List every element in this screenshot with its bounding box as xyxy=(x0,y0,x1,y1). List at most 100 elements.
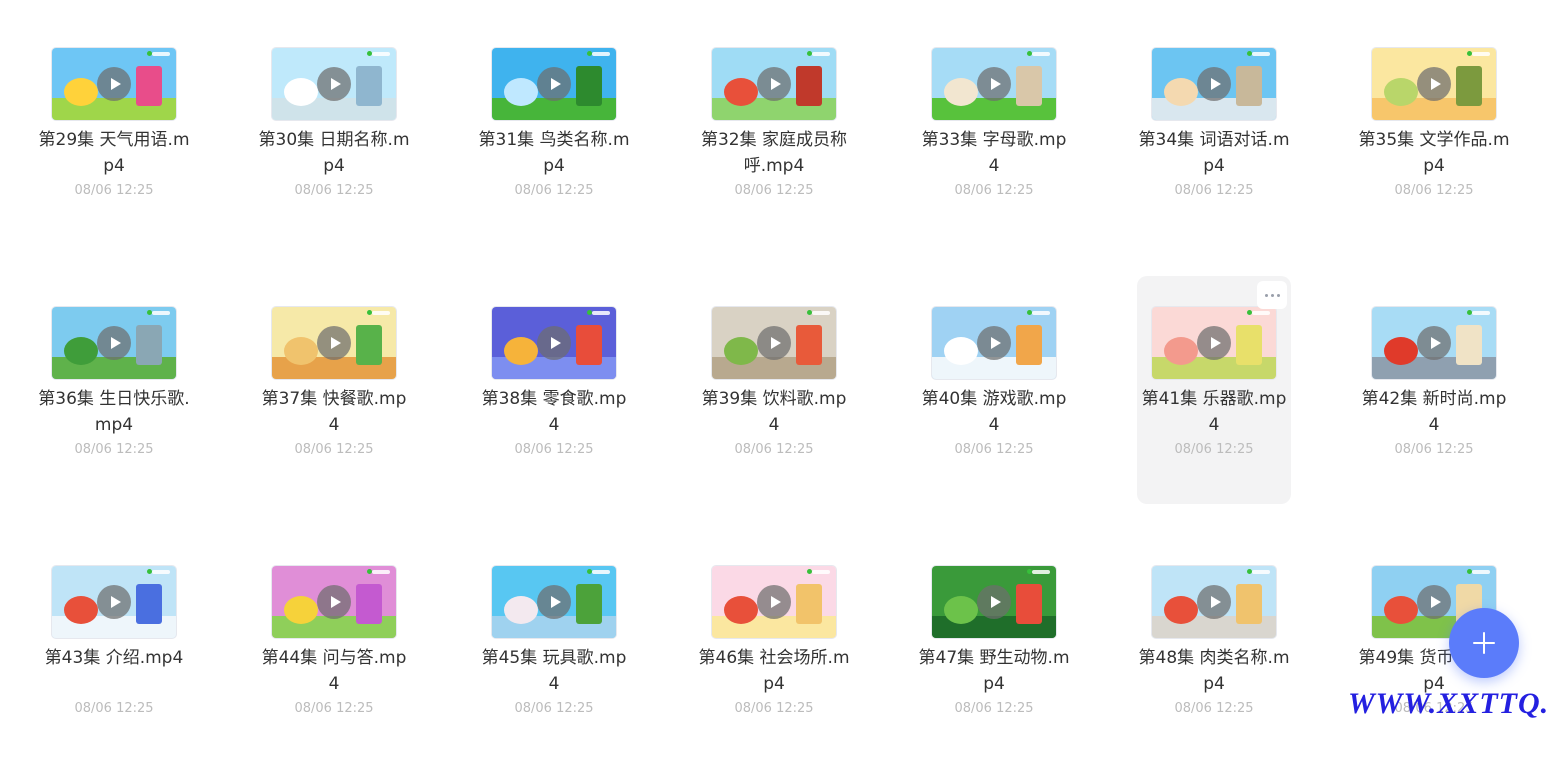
file-card[interactable]: 第32集 家庭成员称呼.mp4 08/06 12:25 xyxy=(697,17,851,245)
file-date: 08/06 12:25 xyxy=(1394,183,1474,198)
file-date: 08/06 12:25 xyxy=(1174,442,1254,457)
play-icon[interactable] xyxy=(977,585,1011,619)
file-date: 08/06 12:25 xyxy=(294,183,374,198)
video-thumbnail[interactable] xyxy=(712,566,836,638)
play-icon[interactable] xyxy=(1197,585,1231,619)
video-thumbnail[interactable] xyxy=(492,307,616,379)
play-icon[interactable] xyxy=(97,67,131,101)
play-icon[interactable] xyxy=(1417,67,1451,101)
play-icon[interactable] xyxy=(757,585,791,619)
file-name: 第37集 快餐歌.mp4 xyxy=(261,389,407,435)
video-thumbnail[interactable] xyxy=(272,566,396,638)
file-date: 08/06 12:25 xyxy=(1174,701,1254,716)
file-card[interactable]: 第48集 肉类名称.mp4 08/06 12:25 xyxy=(1137,535,1291,763)
play-icon[interactable] xyxy=(1417,585,1451,619)
file-card[interactable]: 第42集 新时尚.mp4 08/06 12:25 xyxy=(1357,276,1511,504)
file-card[interactable]: 第46集 社会场所.mp4 08/06 12:25 xyxy=(697,535,851,763)
file-date: 08/06 12:25 xyxy=(734,701,814,716)
video-thumbnail[interactable] xyxy=(272,48,396,120)
file-date: 08/06 12:25 xyxy=(1394,442,1474,457)
file-card[interactable]: 第41集 乐器歌.mp4 08/06 12:25 xyxy=(1137,276,1291,504)
play-icon[interactable] xyxy=(97,585,131,619)
video-thumbnail[interactable] xyxy=(52,307,176,379)
file-name: 第34集 词语对话.mp4 xyxy=(1138,130,1290,176)
file-date: 08/06 12:25 xyxy=(294,442,374,457)
file-name: 第32集 家庭成员称呼.mp4 xyxy=(700,130,848,176)
file-date: 08/06 12:25 xyxy=(1174,183,1254,198)
play-icon[interactable] xyxy=(537,326,571,360)
file-name: 第41集 乐器歌.mp4 xyxy=(1141,389,1287,435)
video-thumbnail[interactable] xyxy=(1152,566,1276,638)
file-name: 第48集 肉类名称.mp4 xyxy=(1138,648,1290,694)
video-thumbnail[interactable] xyxy=(1372,307,1496,379)
file-name: 第40集 游戏歌.mp4 xyxy=(921,389,1067,435)
video-thumbnail[interactable] xyxy=(52,566,176,638)
play-icon[interactable] xyxy=(317,67,351,101)
file-name: 第43集 介绍.mp4 xyxy=(44,648,184,668)
file-date: 08/06 12:25 xyxy=(74,442,154,457)
play-icon[interactable] xyxy=(537,585,571,619)
watermark: WWW.XXTTQ.COM xyxy=(1348,687,1546,720)
file-name: 第36集 生日快乐歌.mp4 xyxy=(38,389,190,435)
add-button[interactable] xyxy=(1449,608,1519,678)
file-card[interactable]: 第34集 词语对话.mp4 08/06 12:25 xyxy=(1137,17,1291,245)
file-card[interactable]: 第31集 鸟类名称.mp4 08/06 12:25 xyxy=(477,17,631,245)
file-name: 第47集 野生动物.mp4 xyxy=(918,648,1070,694)
play-icon[interactable] xyxy=(1197,326,1231,360)
file-date: 08/06 12:25 xyxy=(294,701,374,716)
video-thumbnail[interactable] xyxy=(492,48,616,120)
video-thumbnail[interactable] xyxy=(932,307,1056,379)
file-name: 第45集 玩具歌.mp4 xyxy=(481,648,627,694)
file-name: 第39集 饮料歌.mp4 xyxy=(701,389,847,435)
play-icon[interactable] xyxy=(1197,67,1231,101)
play-icon[interactable] xyxy=(317,326,351,360)
file-date: 08/06 12:25 xyxy=(74,183,154,198)
file-date: 08/06 12:25 xyxy=(734,183,814,198)
file-card[interactable]: 第30集 日期名称.mp4 08/06 12:25 xyxy=(257,17,411,245)
play-icon[interactable] xyxy=(757,326,791,360)
file-card[interactable]: 第35集 文学作品.mp4 08/06 12:25 xyxy=(1357,17,1511,245)
video-thumbnail[interactable] xyxy=(712,307,836,379)
file-card[interactable]: 第29集 天气用语.mp4 08/06 12:25 xyxy=(37,17,191,245)
file-card[interactable]: 第33集 字母歌.mp4 08/06 12:25 xyxy=(917,17,1071,245)
video-thumbnail[interactable] xyxy=(1152,307,1276,379)
video-thumbnail[interactable] xyxy=(1372,48,1496,120)
file-date: 08/06 12:25 xyxy=(954,442,1034,457)
file-name: 第38集 零食歌.mp4 xyxy=(481,389,627,435)
file-date: 08/06 12:25 xyxy=(734,442,814,457)
file-card[interactable]: 第36集 生日快乐歌.mp4 08/06 12:25 xyxy=(37,276,191,504)
file-name: 第31集 鸟类名称.mp4 xyxy=(478,130,630,176)
more-options-icon[interactable] xyxy=(1257,281,1287,309)
play-icon[interactable] xyxy=(1417,326,1451,360)
file-card[interactable]: 第38集 零食歌.mp4 08/06 12:25 xyxy=(477,276,631,504)
video-thumbnail[interactable] xyxy=(1152,48,1276,120)
play-icon[interactable] xyxy=(757,67,791,101)
file-card[interactable]: 第47集 野生动物.mp4 08/06 12:25 xyxy=(917,535,1071,763)
file-date: 08/06 12:25 xyxy=(74,701,154,716)
play-icon[interactable] xyxy=(97,326,131,360)
file-card[interactable]: 第39集 饮料歌.mp4 08/06 12:25 xyxy=(697,276,851,504)
file-card[interactable]: 第37集 快餐歌.mp4 08/06 12:25 xyxy=(257,276,411,504)
video-thumbnail[interactable] xyxy=(492,566,616,638)
file-card[interactable]: 第43集 介绍.mp4 08/06 12:25 xyxy=(37,535,191,763)
video-thumbnail[interactable] xyxy=(932,566,1056,638)
file-name: 第35集 文学作品.mp4 xyxy=(1358,130,1510,176)
file-name: 第29集 天气用语.mp4 xyxy=(38,130,190,176)
file-name: 第30集 日期名称.mp4 xyxy=(258,130,410,176)
play-icon[interactable] xyxy=(977,67,1011,101)
play-icon[interactable] xyxy=(317,585,351,619)
file-date: 08/06 12:25 xyxy=(954,183,1034,198)
file-grid: 第29集 天气用语.mp4 08/06 12:25 第30集 日期名称.mp4 08/… xyxy=(0,0,1546,724)
video-thumbnail[interactable] xyxy=(52,48,176,120)
file-card[interactable]: 第40集 游戏歌.mp4 08/06 12:25 xyxy=(917,276,1071,504)
play-icon[interactable] xyxy=(977,326,1011,360)
file-date: 08/06 12:25 xyxy=(514,183,594,198)
play-icon[interactable] xyxy=(537,67,571,101)
file-card[interactable]: 第45集 玩具歌.mp4 08/06 12:25 xyxy=(477,535,631,763)
file-name: 第42集 新时尚.mp4 xyxy=(1361,389,1507,435)
video-thumbnail[interactable] xyxy=(272,307,396,379)
video-thumbnail[interactable] xyxy=(932,48,1056,120)
video-thumbnail[interactable] xyxy=(712,48,836,120)
file-card[interactable]: 第44集 问与答.mp4 08/06 12:25 xyxy=(257,535,411,763)
file-date: 08/06 12:25 xyxy=(514,701,594,716)
